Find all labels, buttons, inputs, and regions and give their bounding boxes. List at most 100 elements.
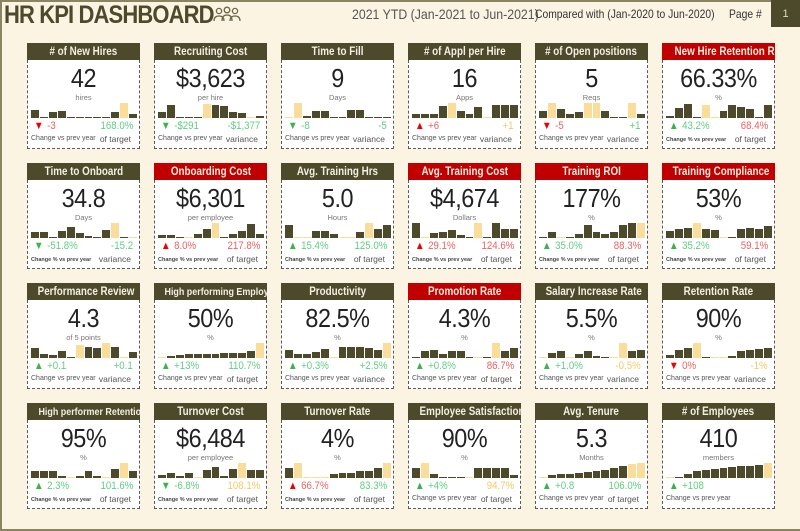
sparkline-bar (166, 355, 175, 358)
kpi-card-of-employees[interactable]: # of Employees 410 members ▲ +108 Change … (662, 403, 775, 509)
kpi-card-body: 4.3 of 5 points ▲ +0.1 +0.1 Change vs pre… (27, 300, 140, 389)
sparkline-bar (547, 475, 556, 478)
kpi-card-body: 90% % ▼ 0% -1% Change vs prev year varian… (662, 300, 775, 389)
page-number[interactable]: 1 (771, 0, 800, 27)
change-vs-prev-year: ▼ -3 (34, 120, 56, 132)
kpi-card-turnover-cost[interactable]: Turnover Cost $6,484 per employee ▼ -6.8%… (154, 403, 267, 509)
sparkline-bar (565, 236, 574, 238)
sparkline-bar (592, 103, 601, 118)
sparkline-bar (412, 356, 420, 358)
change-vs-prev-year: ▲ +0.3% (288, 360, 329, 372)
sparkline-bar (701, 104, 710, 118)
sparkline-bar (256, 233, 265, 238)
triangle-up-icon: ▲ (542, 360, 552, 372)
sparkline-bar (610, 356, 619, 358)
sparkline-bar (256, 343, 265, 358)
kpi-card-time-to-fill[interactable]: Time to Fill 9 Days ▼ -8 -5 Change vs pre… (281, 43, 394, 149)
sparkline-bar (719, 468, 728, 478)
sparkline (285, 343, 392, 358)
triangle-up-icon: ▲ (542, 480, 552, 492)
sparkline-bar (637, 349, 646, 358)
sparkline-bar (302, 353, 311, 358)
kpi-card-of-new-hires[interactable]: # of New Hires 42 hires ▼ -3 168.0% Chang… (27, 43, 140, 149)
sparkline-bar (501, 105, 510, 118)
variance-label: of target (99, 494, 131, 504)
dashboard-title: HR KPI DASHBOARD (4, 1, 214, 29)
kpi-card-time-to-onboard[interactable]: Time to Onboard 34.8 Days ▼ -51.8% -15.2 … (27, 163, 140, 269)
triangle-up-icon: ▲ (34, 360, 44, 372)
sparkline-bar (474, 106, 483, 118)
kpi-card-training-roi[interactable]: Training ROI 177% % ▲ 35.0% 88.3% Change … (535, 163, 648, 269)
sparkline-bar (728, 466, 737, 478)
sparkline-bar (674, 229, 683, 238)
sparkline-bar (556, 474, 565, 478)
sparkline-bar (492, 467, 501, 478)
kpi-card-turnover-rate[interactable]: Turnover Rate 4% % ▲ 66.7% 83.3% Change %… (281, 403, 394, 509)
kpi-unit: % (588, 333, 595, 342)
kpi-card-promotion-rate[interactable]: Promotion Rate 4.3% % ▲ +0.8% 86.7% Chang… (408, 283, 521, 389)
change-label: Change vs prev year (285, 135, 350, 142)
sparkline-bar (447, 229, 456, 238)
kpi-card-new-hire-retention-rate[interactable]: New Hire Retention Rate 66.33% % ▲43.2% … (662, 43, 775, 149)
kpi-card-high-performer-retention-rate[interactable]: High performer Retention Rate 95% % ▲2.3… (27, 403, 140, 509)
kpi-card-retention-rate[interactable]: Retention Rate 90% % ▼ 0% -1% Change vs p… (662, 283, 775, 389)
change-value: 43.2% (682, 120, 710, 132)
sparkline-bar (39, 232, 48, 238)
change-vs-prev-year: ▲ +4% (415, 480, 448, 492)
change-value: +0.1 (47, 360, 67, 372)
kpi-card-recruiting-cost[interactable]: Recruiting Cost $3,623 per hire ▼ -$291 -… (154, 43, 267, 149)
kpi-card-productivity[interactable]: Productivity 82.5% % ▲ +0.3% +2.5% Change… (281, 283, 394, 389)
variance-value: +1 (502, 120, 514, 132)
kpi-card-of-open-positions[interactable]: # of Open positions 5 Reqs ▼ -5 +1 Change… (535, 43, 648, 149)
kpi-unit: per employee (187, 213, 234, 222)
sparkline-bar (474, 356, 483, 358)
sparkline (412, 463, 519, 478)
kpi-card-avg-training-hrs[interactable]: Avg. Training Hrs 5.0 Hours ▲ 15.4% 125.0… (281, 163, 394, 269)
sparkline-bar (158, 475, 166, 478)
triangle-up-icon: ▲ (161, 360, 171, 372)
variance-value: 108.1% (227, 480, 260, 492)
kpi-card-title: High performing Employees (154, 283, 267, 300)
sparkline-bar (66, 356, 75, 358)
sparkline (539, 343, 646, 358)
sparkline (666, 103, 773, 118)
sparkline-bar (75, 232, 84, 238)
sparkline-bar (420, 113, 429, 118)
sparkline (539, 463, 646, 478)
kpi-card-employee-satisfaction[interactable]: Employee Satisfaction 90% % ▲ +4% 94.7% C… (408, 403, 521, 509)
sparkline-bar (492, 343, 501, 358)
kpi-card-performance-review[interactable]: Performance Review 4.3 of 5 points ▲ +0.1… (27, 283, 140, 389)
kpi-card-salary-increase-rate[interactable]: Salary Increase Rate 5.5% % ▲ +1.0% -0.5%… (535, 283, 648, 389)
kpi-card-body: 95% % ▲ 2.3% 101.6% Change % vs prev year… (27, 420, 140, 509)
triangle-up-icon: ▲ (288, 240, 298, 252)
sparkline-bar (447, 476, 456, 478)
sparkline-bar (338, 116, 347, 118)
sparkline-bar (293, 103, 302, 118)
kpi-value: 50% (187, 303, 234, 333)
sparkline-bar (683, 228, 692, 238)
sparkline-bar (483, 116, 492, 118)
sparkline-bar (501, 467, 510, 478)
kpi-card-avg-tenure[interactable]: Avg. Tenure 5.3 Months ▲ +0.8 106.0% Chan… (535, 403, 648, 509)
kpi-value: 82.5% (305, 303, 370, 333)
kpi-card-high-performing-employees[interactable]: High performing Employees 50% % ▲+13% 11… (154, 283, 267, 389)
kpi-card-training-compliance[interactable]: Training Compliance 53% % ▲ 35.2% 59.1% C… (662, 163, 775, 269)
sparkline-bar (102, 343, 111, 358)
sparkline-bar (728, 105, 737, 118)
sparkline-bar (456, 476, 465, 478)
variance-value: +2.5% (359, 360, 387, 372)
sparkline-bar (737, 466, 746, 478)
sparkline-bar (737, 106, 746, 118)
sparkline-bar (674, 108, 683, 118)
kpi-card-of-appl-per-hire[interactable]: # of Appl per Hire 16 Apps ▲ +6 +1 Change… (408, 43, 521, 149)
sparkline-bar (583, 225, 592, 238)
sparkline-bar (674, 476, 683, 478)
kpi-card-onboarding-cost[interactable]: Onboarding Cost $6,301 per employee ▲ 8.0… (154, 163, 267, 269)
sparkline-bar (628, 223, 637, 238)
kpi-card-title: # of New Hires (27, 43, 140, 60)
kpi-unit: Months (579, 453, 604, 462)
kpi-card-avg-training-cost[interactable]: Avg. Training Cost $4,674 Dollars ▲ 29.1%… (408, 163, 521, 269)
sparkline-bar (93, 116, 102, 118)
sparkline-bar (755, 116, 764, 118)
sparkline-bar (628, 351, 637, 358)
